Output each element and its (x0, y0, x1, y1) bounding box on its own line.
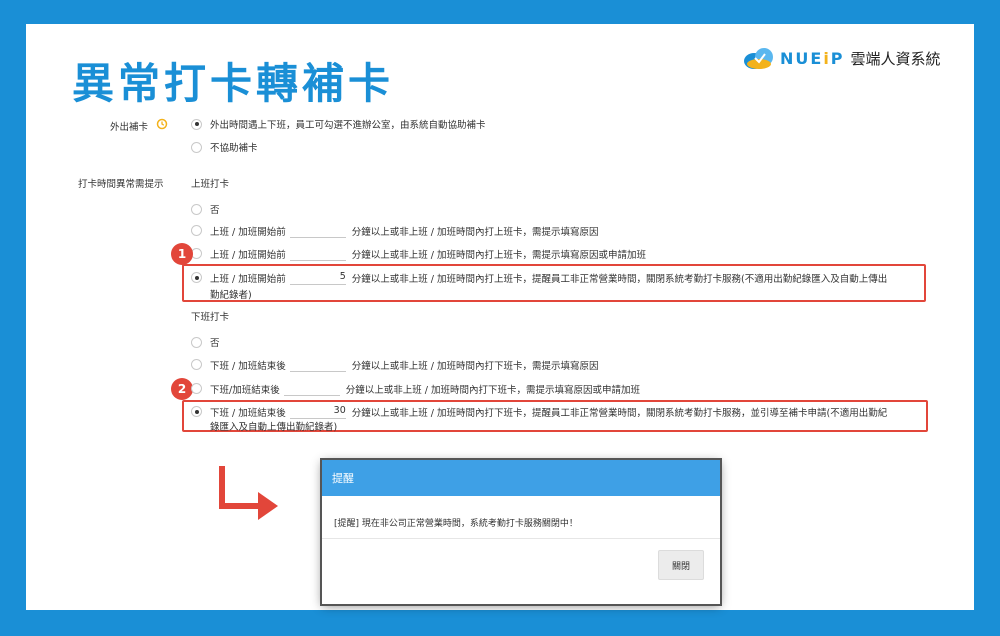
modal-close-button[interactable]: 關閉 (658, 550, 704, 580)
clock-out-opt2-minutes-input[interactable] (283, 381, 340, 396)
clock-in-opt2-suffix: 分鐘以上或非上班 / 加班時間內打上班卡，需提示填寫原因或申請加班 (351, 249, 646, 261)
clock-in-no-text: 否 (210, 205, 220, 216)
clock-out-opt1-radio[interactable] (191, 359, 202, 370)
clock-out-no-radio[interactable] (191, 336, 202, 348)
outing-no-assist-radio[interactable] (191, 141, 202, 153)
clock-in-opt3-minutes-input[interactable]: 5 (289, 270, 346, 285)
clock-out-opt1-prefix: 下班 / 加班結束後 (210, 360, 286, 372)
clock-out-opt3-suffix: 分鐘以上或非上班 / 加班時間內打下班卡，提醒員工非正常營業時間，關閉系統考勤打… (351, 407, 888, 419)
modal-message: [提醒] 現在非公司正常營業時間，系統考勤打卡服務關閉中！ (334, 519, 578, 529)
clock-out-opt2-radio[interactable] (191, 383, 202, 394)
clock-in-opt3-prefix: 上班 / 加班開始前 (210, 273, 286, 285)
clock-in-option-no[interactable]: 否 (191, 202, 220, 216)
clock-in-opt1-suffix: 分鐘以上或非上班 / 加班時間內打上班卡，需提示填寫原因 (351, 226, 599, 238)
clock-out-option-no[interactable]: 否 (191, 335, 220, 349)
clock-out-opt3-radio[interactable] (191, 406, 202, 417)
clock-out-opt1-minutes-input[interactable] (289, 357, 346, 372)
arrow-down-right-icon (219, 466, 278, 520)
clock-in-opt1-prefix: 上班 / 加班開始前 (210, 226, 286, 238)
clock-out-opt1-suffix: 分鐘以上或非上班 / 加班時間內打下班卡，需提示填寫原因 (351, 360, 599, 372)
outing-assist-text: 外出時間遇上下班，員工可勾選不進辦公室，由系統自動協助補卡 (210, 120, 486, 131)
outing-option-assist[interactable]: 外出時間遇上下班，員工可勾選不進辦公室，由系統自動協助補卡 (191, 117, 486, 131)
clock-in-opt1-minutes-input[interactable] (289, 223, 346, 238)
clock-out-opt2-suffix: 分鐘以上或非上班 / 加班時間內打下班卡，需提示填寫原因或申請加班 (345, 384, 640, 396)
outing-assist-radio[interactable] (191, 118, 202, 130)
logo-brand: NUEiP (780, 48, 845, 68)
clock-out-no-text: 否 (210, 338, 220, 349)
outing-no-assist-text: 不協助補卡 (210, 143, 258, 154)
clock-out-opt2-prefix: 下班/加班結束後 (210, 384, 280, 396)
nueip-logo: NUEiP 雲端人資系統 (742, 44, 941, 72)
clock-out-opt3-wrap: 錄匯入及自動上傳出勤紀錄者) (210, 422, 338, 433)
clock-out-heading: 下班打卡 (191, 312, 230, 323)
clock-in-heading: 上班打卡 (191, 179, 230, 190)
reminder-modal: 提醒 [提醒] 現在非公司正常營業時間，系統考勤打卡服務關閉中！ 關閉 (322, 460, 720, 604)
step-badge-2: 2 (171, 378, 193, 400)
modal-title: 提醒 (332, 472, 354, 485)
page-title: 異常打卡轉補卡 (72, 59, 395, 108)
clock-in-opt3-suffix: 分鐘以上或非上班 / 加班時間內打上班卡，提醒員工非正常營業時間，關閉系統考勤打… (351, 273, 888, 285)
outing-label: 外出補卡 (110, 122, 149, 133)
clock-in-opt2-prefix: 上班 / 加班開始前 (210, 249, 286, 261)
clock-out-opt3-prefix: 下班 / 加班結束後 (210, 407, 286, 419)
clock-history-icon (156, 118, 168, 130)
logo-tagline: 雲端人資系統 (850, 49, 941, 68)
clock-out-option-3[interactable]: 下班 / 加班結束後 30 分鐘以上或非上班 / 加班時間內打下班卡，提醒員工非… (191, 404, 887, 419)
content-frame: 異常打卡轉補卡 NUEiP 雲端人資系統 外出補卡 外出時間遇上下班，員工可勾選… (26, 24, 974, 610)
clock-in-opt3-radio[interactable] (191, 272, 202, 283)
clock-in-option-1[interactable]: 上班 / 加班開始前 分鐘以上或非上班 / 加班時間內打上班卡，需提示填寫原因 (191, 223, 599, 238)
abnormal-label: 打卡時間異常需提示 (78, 179, 164, 190)
modal-header: 提醒 (322, 460, 720, 496)
clock-in-no-radio[interactable] (191, 203, 202, 215)
modal-divider (322, 538, 720, 539)
outing-option-no-assist[interactable]: 不協助補卡 (191, 140, 258, 154)
clock-in-option-3[interactable]: 上班 / 加班開始前 5 分鐘以上或非上班 / 加班時間內打上班卡，提醒員工非正… (191, 270, 887, 285)
clock-in-opt1-radio[interactable] (191, 225, 202, 236)
cloud-logo-icon (744, 48, 773, 69)
clock-in-opt3-wrap: 勤紀錄者) (210, 290, 252, 301)
step-badge-1: 1 (171, 243, 193, 265)
clock-in-option-2[interactable]: 上班 / 加班開始前 分鐘以上或非上班 / 加班時間內打上班卡，需提示填寫原因或… (191, 246, 646, 261)
clock-out-opt3-minutes-input[interactable]: 30 (289, 404, 346, 419)
clock-in-opt2-minutes-input[interactable] (289, 246, 346, 261)
clock-out-option-1[interactable]: 下班 / 加班結束後 分鐘以上或非上班 / 加班時間內打下班卡，需提示填寫原因 (191, 357, 599, 372)
clock-out-option-2[interactable]: 下班/加班結束後 分鐘以上或非上班 / 加班時間內打下班卡，需提示填寫原因或申請… (191, 381, 640, 396)
